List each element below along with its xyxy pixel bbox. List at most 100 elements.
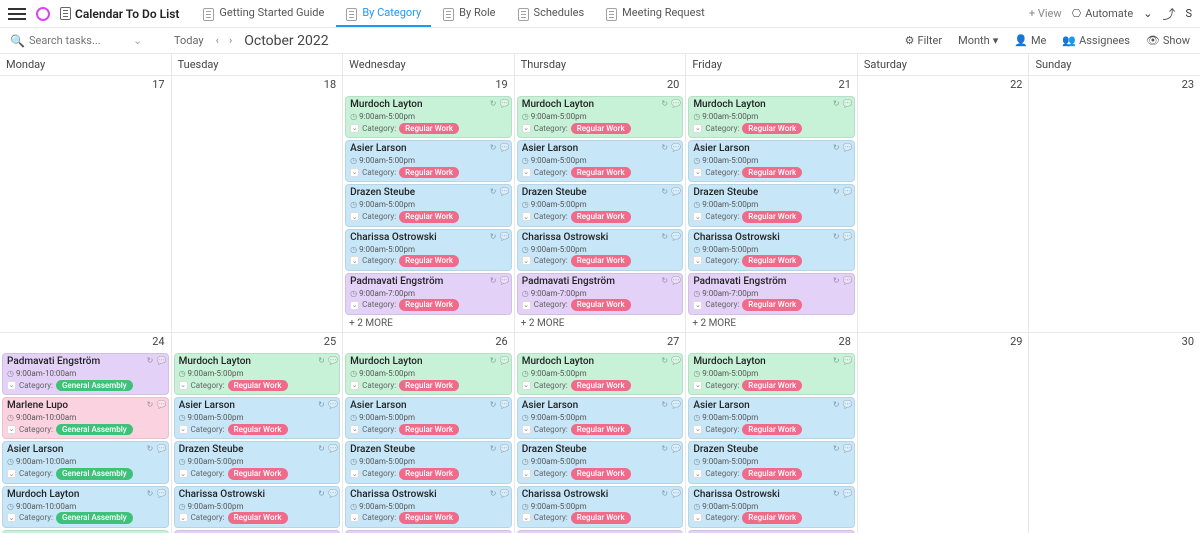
next-month-icon[interactable]: › <box>229 34 232 47</box>
day-cell[interactable]: 20Murdoch Layton9:00am-5:00pm⌄Category:R… <box>515 76 687 333</box>
category-key-icon: ⌄ <box>7 469 16 478</box>
category-key-icon: ⌄ <box>693 513 702 522</box>
calendar-event[interactable]: Asier Larson9:00am-5:00pm⌄Category:Regul… <box>174 397 341 439</box>
day-cell[interactable]: 25Murdoch Layton9:00am-5:00pm⌄Category:R… <box>172 333 344 533</box>
comment-icon: 💬 <box>328 489 336 497</box>
calendar-event[interactable]: Murdoch Layton9:00am-10:00am⌄Category:Ge… <box>2 486 169 528</box>
category-badge: General Assembly <box>56 380 133 392</box>
calendar-event[interactable]: Drazen Steube9:00am-5:00pm⌄Category:Regu… <box>345 441 512 483</box>
filter-button[interactable]: ⚙Filter <box>905 34 942 47</box>
calendar-event[interactable]: Murdoch Layton9:00am-5:00pm⌄Category:Reg… <box>688 353 855 395</box>
day-cell[interactable]: 23 <box>1029 76 1200 333</box>
calendar-event[interactable]: Drazen Steube9:00am-5:00pm⌄Category:Regu… <box>345 184 512 226</box>
category-key-icon: ⌄ <box>179 381 188 390</box>
category-key-icon: ⌄ <box>350 256 359 265</box>
show-button[interactable]: 👁Show <box>1146 34 1190 47</box>
tab-schedules[interactable]: Schedules <box>508 0 595 27</box>
calendar-event[interactable]: Charissa Ostrowski9:00am-5:00pm⌄Category… <box>517 486 684 528</box>
calendar-event[interactable]: Drazen Steube9:00am-5:00pm⌄Category:Regu… <box>174 441 341 483</box>
more-events-button[interactable]: + 2 MORE <box>345 317 512 330</box>
tab-by-role[interactable]: By Role <box>433 0 505 27</box>
calendar-event[interactable]: Padmavati Engström9:00am-10:00am⌄Categor… <box>2 353 169 395</box>
calendar-event[interactable]: Charissa Ostrowski9:00am-5:00pm⌄Category… <box>174 486 341 528</box>
date-number: 26 <box>345 333 512 351</box>
event-meta: ⌄Category:Regular Work <box>350 211 507 223</box>
calendar-event[interactable]: Charissa Ostrowski9:00am-5:00pm⌄Category… <box>688 229 855 271</box>
recurring-icon: ↻ <box>833 276 841 284</box>
calendar-event[interactable]: Asier Larson9:00am-5:00pm⌄Category:Regul… <box>688 397 855 439</box>
more-events-button[interactable]: + 2 MORE <box>517 317 684 330</box>
calendar-event[interactable]: Charissa Ostrowski9:00am-5:00pm⌄Category… <box>517 229 684 271</box>
day-cell[interactable]: 21Murdoch Layton9:00am-5:00pm⌄Category:R… <box>686 76 858 333</box>
category-badge: Regular Work <box>571 299 631 311</box>
day-cell[interactable]: 28Murdoch Layton9:00am-5:00pm⌄Category:R… <box>686 333 858 533</box>
calendar-event[interactable]: Asier Larson9:00am-5:00pm⌄Category:Regul… <box>517 140 684 182</box>
recurring-icon: ↻ <box>147 444 155 452</box>
prev-month-icon[interactable]: ‹ <box>216 34 219 47</box>
calendar-event[interactable]: Drazen Steube9:00am-5:00pm⌄Category:Regu… <box>688 441 855 483</box>
tab-by-category[interactable]: By Category <box>336 0 431 27</box>
calendar-event[interactable]: Murdoch Layton9:00am-5:00pm⌄Category:Reg… <box>688 96 855 138</box>
calendar-event[interactable]: Padmavati Engström9:00am-7:00pm⌄Category… <box>345 273 512 315</box>
today-button[interactable]: Today <box>174 34 204 47</box>
automate-button[interactable]: ⎔ Automate <box>1072 7 1134 20</box>
add-view-button[interactable]: + View <box>1019 1 1072 26</box>
me-filter[interactable]: 👤Me <box>1014 34 1046 47</box>
recurring-icon: ↻ <box>490 489 498 497</box>
category-badge: Regular Work <box>399 380 459 392</box>
calendar-event[interactable]: Drazen Steube9:00am-5:00pm⌄Category:Regu… <box>517 184 684 226</box>
calendar-event[interactable]: Murdoch Layton9:00am-5:00pm⌄Category:Reg… <box>517 96 684 138</box>
month-select[interactable]: Month▾ <box>958 34 998 47</box>
search-icon[interactable]: 🔍 <box>10 34 25 48</box>
week-row: 171819Murdoch Layton9:00am-5:00pm⌄Catego… <box>0 76 1200 333</box>
category-label: Category: <box>362 300 396 310</box>
calendar-event[interactable]: Padmavati Engström9:00am-7:00pm⌄Category… <box>688 273 855 315</box>
calendar-event[interactable]: Asier Larson9:00am-10:00am⌄Category:Gene… <box>2 441 169 483</box>
event-icons: ↻💬 <box>490 276 508 284</box>
calendar-event[interactable]: Murdoch Layton9:00am-5:00pm⌄Category:Reg… <box>174 353 341 395</box>
calendar-event[interactable]: Asier Larson9:00am-5:00pm⌄Category:Regul… <box>688 140 855 182</box>
recurring-icon: ↻ <box>490 400 498 408</box>
event-title: Murdoch Layton <box>693 356 850 368</box>
comment-icon: 💬 <box>157 400 165 408</box>
calendar-event[interactable]: Asier Larson9:00am-5:00pm⌄Category:Regul… <box>517 397 684 439</box>
day-cell[interactable]: 29 <box>858 333 1030 533</box>
more-events-button[interactable]: + 2 MORE <box>688 317 855 330</box>
chevron-down-icon[interactable]: ⌄ <box>1143 7 1152 20</box>
event-meta: ⌄Category:Regular Work <box>693 424 850 436</box>
menu-icon[interactable] <box>8 5 26 23</box>
assignees-filter[interactable]: 👥Assignees <box>1062 34 1130 47</box>
event-icons: ↻💬 <box>661 276 679 284</box>
calendar-event[interactable]: Padmavati Engström9:00am-7:00pm⌄Category… <box>517 273 684 315</box>
event-title: Murdoch Layton <box>522 99 679 111</box>
calendar-event[interactable]: Asier Larson9:00am-5:00pm⌄Category:Regul… <box>345 397 512 439</box>
tab-meeting-request[interactable]: Meeting Request <box>596 0 715 27</box>
day-cell[interactable]: 17 <box>0 76 172 333</box>
recurring-icon: ↻ <box>147 356 155 364</box>
calendar-event[interactable]: Drazen Steube9:00am-5:00pm⌄Category:Regu… <box>688 184 855 226</box>
day-cell[interactable]: 24Padmavati Engström9:00am-10:00am⌄Categ… <box>0 333 172 533</box>
day-cell[interactable]: 18 <box>172 76 344 333</box>
calendar-event[interactable]: Asier Larson9:00am-5:00pm⌄Category:Regul… <box>345 140 512 182</box>
day-cell[interactable]: 19Murdoch Layton9:00am-5:00pm⌄Category:R… <box>343 76 515 333</box>
calendar-event[interactable]: Murdoch Layton9:00am-5:00pm⌄Category:Reg… <box>517 353 684 395</box>
calendar-event[interactable]: Charissa Ostrowski9:00am-5:00pm⌄Category… <box>345 486 512 528</box>
calendar-event[interactable]: Charissa Ostrowski9:00am-5:00pm⌄Category… <box>688 486 855 528</box>
search-input[interactable] <box>29 34 129 47</box>
recurring-icon: ↻ <box>661 143 669 151</box>
calendar-event[interactable]: Marlene Lupo9:00am-10:00am⌄Category:Gene… <box>2 397 169 439</box>
tab-getting-started-guide[interactable]: Getting Started Guide <box>193 0 334 27</box>
calendar-event[interactable]: Drazen Steube9:00am-5:00pm⌄Category:Regu… <box>517 441 684 483</box>
day-cell[interactable]: 22 <box>858 76 1030 333</box>
share-icon[interactable]: ⤴ <box>1162 4 1175 23</box>
category-key-icon: ⌄ <box>693 256 702 265</box>
logo-icon[interactable] <box>36 7 50 21</box>
calendar-event[interactable]: Murdoch Layton9:00am-5:00pm⌄Category:Reg… <box>345 96 512 138</box>
day-cell[interactable]: 27Murdoch Layton9:00am-5:00pm⌄Category:R… <box>515 333 687 533</box>
day-cell[interactable]: 26 Murdoch Layton9:00am-5:00pm⌄Category:R… <box>343 333 515 533</box>
search-chevron-icon[interactable]: ⌄ <box>133 34 142 47</box>
calendar-event[interactable]: Murdoch Layton9:00am-5:00pm⌄Category:Reg… <box>345 353 512 395</box>
category-key-icon: ⌄ <box>350 513 359 522</box>
calendar-event[interactable]: Charissa Ostrowski9:00am-5:00pm⌄Category… <box>345 229 512 271</box>
day-cell[interactable]: 30 <box>1029 333 1200 533</box>
